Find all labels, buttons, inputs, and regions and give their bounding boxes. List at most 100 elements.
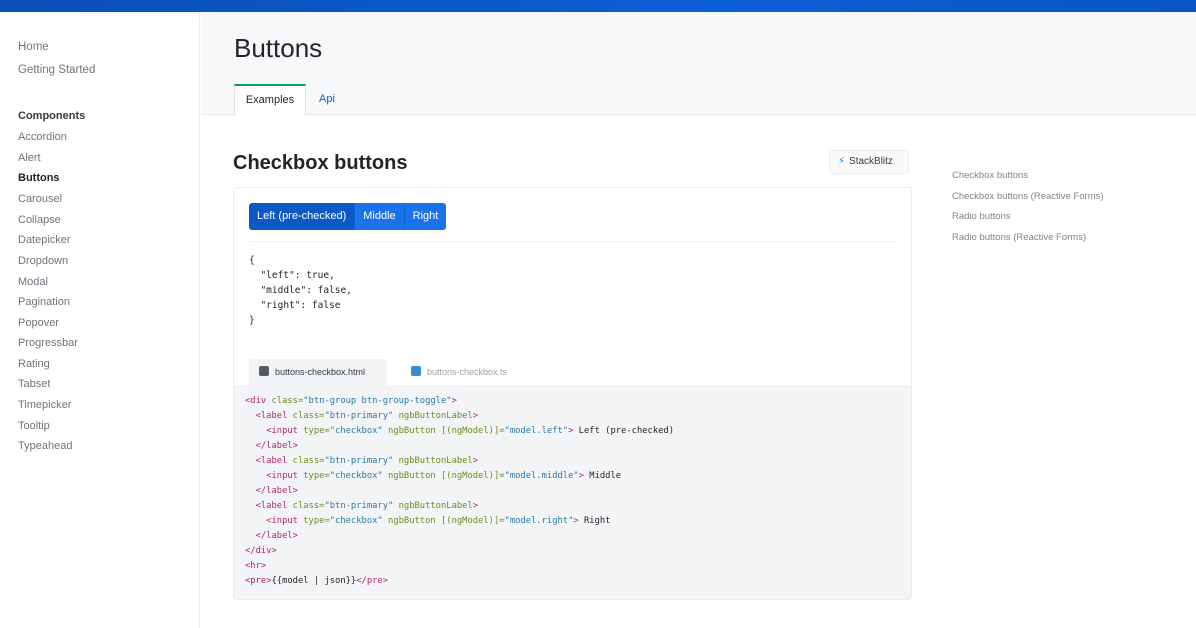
code-token: <label [255, 411, 293, 421]
html-file-icon [259, 366, 269, 376]
right-checkbox-button[interactable]: Right [403, 203, 447, 230]
lightning-icon: ⚡ [838, 156, 846, 167]
code-token: "checkbox" [329, 516, 383, 526]
code-token: {{model | json}} [271, 576, 357, 586]
sidebar-item-pagination[interactable]: Pagination [18, 296, 70, 308]
code-token: Middle [583, 471, 622, 481]
divider [249, 241, 898, 242]
code-line: <label class="btn-primary" ngbButtonLabe… [245, 409, 911, 424]
sidebar-item-progressbar[interactable]: Progressbar [18, 337, 78, 349]
code-token: type= [303, 426, 330, 436]
code-token: > [472, 411, 479, 421]
code-token: "btn-primary" [324, 411, 394, 421]
code-token: </label> [255, 441, 298, 451]
code-token: </pre> [356, 576, 389, 586]
sidebar-link-getting-started[interactable]: Getting Started [18, 64, 95, 76]
code-token: "btn-group btn-group-toggle" [303, 396, 452, 406]
code-tab-html[interactable]: buttons-checkbox.html [249, 359, 387, 385]
code-token: </label> [255, 531, 298, 541]
code-token: > [472, 456, 479, 466]
code-token: <div [245, 396, 272, 406]
code-token: </div> [245, 546, 277, 556]
sidebar-item-popover[interactable]: Popover [18, 317, 59, 329]
left-checkbox-button[interactable]: Left (pre-checked) [249, 203, 355, 230]
page-title: Buttons [234, 33, 323, 63]
sidebar-item-rating[interactable]: Rating [18, 358, 50, 370]
code-token: <label [255, 501, 293, 511]
json-line: } [249, 315, 255, 326]
code-line: <input type="checkbox" ngbButton [(ngMod… [245, 469, 911, 484]
code-token: Left (pre-checked) [573, 426, 675, 436]
typescript-file-icon [411, 366, 421, 376]
code-line: <input type="checkbox" ngbButton [(ngMod… [245, 514, 911, 529]
code-line: <label class="btn-primary" ngbButtonLabe… [245, 499, 911, 514]
sidebar-item-tooltip[interactable]: Tooltip [18, 420, 50, 432]
code-token: "model.middle" [504, 471, 579, 481]
code-token: ngbButton [(ngModel)]= [382, 516, 505, 526]
sidebar-item-alert[interactable]: Alert [18, 152, 41, 164]
section-title: Checkbox buttons [233, 152, 408, 174]
code-tab-ts[interactable]: buttons-checkbox.ts [401, 359, 541, 385]
sidebar-item-collapse[interactable]: Collapse [18, 214, 61, 226]
code-line: </div> [245, 544, 911, 559]
sidebar-item-datepicker[interactable]: Datepicker [18, 234, 71, 246]
code-token: <input [266, 426, 304, 436]
sidebar-item-dropdown[interactable]: Dropdown [18, 255, 68, 267]
code-token: > [472, 501, 479, 511]
code-line: <div class="btn-group btn-group-toggle"> [245, 394, 911, 409]
sidebar-item-carousel[interactable]: Carousel [18, 193, 62, 205]
code-token: ngbButton [(ngModel)]= [382, 426, 505, 436]
json-line: { [249, 255, 255, 266]
sidebar: Home Getting Started Components Accordio… [0, 12, 200, 628]
middle-checkbox-button[interactable]: Middle [354, 203, 404, 230]
sidebar-link-home[interactable]: Home [18, 41, 49, 53]
top-navbar [0, 0, 1196, 12]
toc-link-checkbox-buttons-reactive[interactable]: Checkbox buttons (Reactive Forms) [952, 191, 1104, 202]
code-token: "model.left" [504, 426, 569, 436]
json-output: { "left": true, "middle": false, "right"… [249, 253, 352, 328]
code-token: > [451, 396, 457, 406]
tab-api[interactable]: Api [319, 84, 335, 115]
stackblitz-button[interactable]: ⚡ StackBlitz [829, 150, 909, 174]
sidebar-item-buttons[interactable]: Buttons [18, 172, 60, 184]
code-token: class= [292, 456, 325, 466]
code-token: ngbButtonLabel [393, 456, 473, 466]
code-token: "model.right" [504, 516, 574, 526]
toc-link-radio-buttons-reactive[interactable]: Radio buttons (Reactive Forms) [952, 232, 1086, 243]
code-token: <label [255, 456, 293, 466]
code-token: "btn-primary" [324, 501, 394, 511]
json-line: "left": true, [249, 270, 335, 281]
stackblitz-label: StackBlitz [849, 156, 893, 167]
code-block: <div class="btn-group btn-group-toggle">… [234, 385, 911, 599]
code-line: </label> [245, 484, 911, 499]
code-token: "checkbox" [329, 471, 383, 481]
toc-link-checkbox-buttons[interactable]: Checkbox buttons [952, 170, 1028, 181]
sidebar-item-accordion[interactable]: Accordion [18, 131, 67, 143]
code-token: Right [578, 516, 611, 526]
code-token: type= [303, 471, 330, 481]
code-token: class= [292, 501, 325, 511]
sidebar-item-modal[interactable]: Modal [18, 276, 48, 288]
code-token: <input [266, 471, 304, 481]
code-line: <hr> [245, 559, 911, 574]
toc-link-radio-buttons[interactable]: Radio buttons [952, 211, 1011, 222]
code-tab-ts-label: buttons-checkbox.ts [427, 367, 508, 377]
code-token: </label> [255, 486, 298, 496]
code-token: <pre> [245, 576, 272, 586]
sidebar-item-typeahead[interactable]: Typeahead [18, 440, 72, 452]
sidebar-item-timepicker[interactable]: Timepicker [18, 399, 71, 411]
tab-examples[interactable]: Examples [234, 84, 306, 115]
code-token: <input [266, 516, 304, 526]
code-token: ngbButtonLabel [393, 411, 473, 421]
code-line: <label class="btn-primary" ngbButtonLabe… [245, 454, 911, 469]
sidebar-item-tabset[interactable]: Tabset [18, 378, 50, 390]
